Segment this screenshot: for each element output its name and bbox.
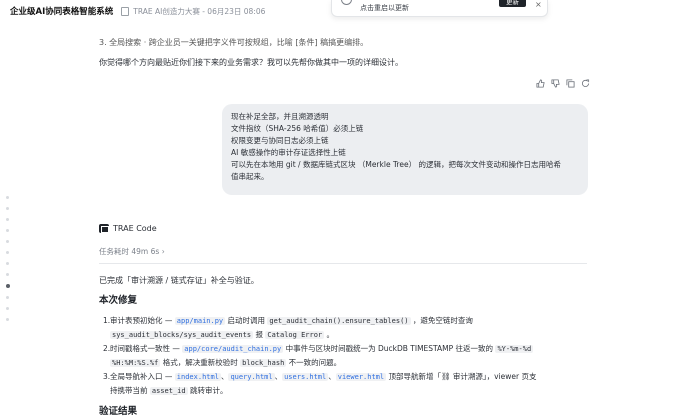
message-actions [536,79,590,90]
user-message-line: AI 敏感操作的审计存证选择性上链 [231,148,346,158]
scroll-dot[interactable] [6,307,9,310]
document-icon [121,6,130,16]
file-link[interactable]: index.html [174,373,221,381]
assistant-question: 你觉得哪个方向最贴近你们接下来的业务需求？我可以先帮你做其中一项的详细设计。 [99,58,403,67]
text: 审计溯源」，viewer 页支 [450,372,537,381]
update-toast: 点击重启以更新 更新 × [331,0,548,17]
scroll-dot[interactable] [6,296,9,299]
trae-logo-icon [99,224,109,233]
user-message-line: 权限变更与协同日志必须上链 [231,136,329,146]
list-item-number: 2. [103,344,111,353]
text: ，避免空链时查询 [410,316,473,325]
user-message-line: 可以先在本地用 git / 数据库链式区块 （Merkle Tree） 的逻辑，… [231,160,561,170]
thumbs-up-icon[interactable] [536,79,545,90]
app-title: 企业级AI协同表格智能系统 [10,7,114,17]
text: 跳转审计。 [187,386,228,395]
section-heading-verify: 验证结果 [99,406,138,416]
assistant-intro: 已完成「审计溯源 / 链式存证」补全与验证。 [99,276,259,285]
file-link[interactable]: users.html [282,373,329,381]
list-item-number: 3. [103,372,111,381]
breadcrumb[interactable]: TRAE AI创造力大赛 - 06月23日 08:06 [133,6,265,17]
text: 时间戳格式一致性 — [110,344,183,353]
scroll-dot[interactable] [6,218,9,221]
scroll-dot[interactable] [6,262,9,265]
chain-link-icon: ⛓ [441,372,451,381]
task-elapsed-label: 任务耗时 49m 6s [99,247,160,256]
separator: 、 [274,372,283,381]
copy-icon[interactable] [566,79,575,90]
close-icon[interactable]: × [535,0,542,9]
inline-code: sys_audit_blocks/sys_audit_events [110,331,254,339]
divider [99,263,587,264]
list-item-number: 1. [103,316,111,325]
text: 格式，解决重新校验时 [160,358,241,367]
text: 全局导航补入口 — [110,372,175,381]
update-spinner-icon [341,0,352,5]
text: 启动时调用 [225,316,268,325]
scroll-dot[interactable] [6,251,9,254]
inline-code: asset_id [149,387,188,395]
inline-code: Catalog Error [265,331,325,339]
list-item: 3. 全局导航补入口 — index.html、 query.html、 users… [103,370,590,398]
update-message: 点击重启以更新 [360,4,409,12]
list-item: 1. 审计表预初始化 — app/main.py 启动时调用 get_audit… [103,314,590,342]
inline-code: block_hash [240,359,287,367]
user-message-line: 现在补足全部，并且溯源透明 [231,112,329,121]
scroll-dot[interactable] [6,273,9,276]
refresh-icon[interactable] [581,79,590,90]
file-link[interactable]: app/core/audit_chain.py [182,345,284,353]
user-message-line: 文件指纹（SHA-256 哈希值）必须上链 [231,124,364,134]
inline-code: %Y-%m-%d [495,345,534,353]
truncated-line: 3. 全局搜索 · 跨企业员一关键把字义件可按规组，比喻 [条件] 稿搞更编排。 [99,38,369,47]
text: 不一致的问题。 [286,358,342,367]
user-message-line: 值串起来。 [231,172,269,182]
section-heading-fix: 本次修复 [99,295,138,306]
conversation-scroll-indicator[interactable] [6,196,10,329]
text: 持携带当前 [110,386,150,395]
inline-code: get_audit_chain().ensure_tables() [267,317,411,325]
scroll-dot[interactable] [6,207,9,210]
text: 顶部导航新增「 [386,372,441,381]
task-elapsed[interactable]: 任务耗时 49m 6s › [99,246,165,257]
file-link[interactable]: app/main.py [174,317,226,325]
inline-code: %H:%M:%S.%f [110,359,161,367]
list-item: 2. 时间戳格式一致性 — app/core/audit_chain.py 中事… [103,342,590,370]
scroll-dot[interactable] [6,318,9,321]
text: 报 [253,330,266,339]
chevron-right-icon: › [161,247,165,256]
scroll-dot[interactable] [6,240,9,243]
file-link[interactable]: viewer.html [335,373,387,381]
text: 中事件与区块时间戳统一为 DuckDB TIMESTAMP 往返一致的 [283,344,496,353]
file-link[interactable]: query.html [228,373,275,381]
assistant-name: TRAE Code [113,224,157,233]
scroll-dot[interactable] [6,229,9,232]
text: 。 [324,330,335,339]
scroll-dot-active[interactable] [6,284,10,288]
user-message-bubble: 现在补足全部，并且溯源透明 文件指纹（SHA-256 哈希值）必须上链 权限变更… [222,104,588,195]
update-button[interactable]: 更新 [499,0,526,7]
separator: 、 [328,372,336,381]
thumbs-down-icon[interactable] [551,79,560,90]
assistant-header: TRAE Code [99,224,157,233]
scroll-dot[interactable] [6,196,9,199]
text: 审计表预初始化 — [110,316,175,325]
